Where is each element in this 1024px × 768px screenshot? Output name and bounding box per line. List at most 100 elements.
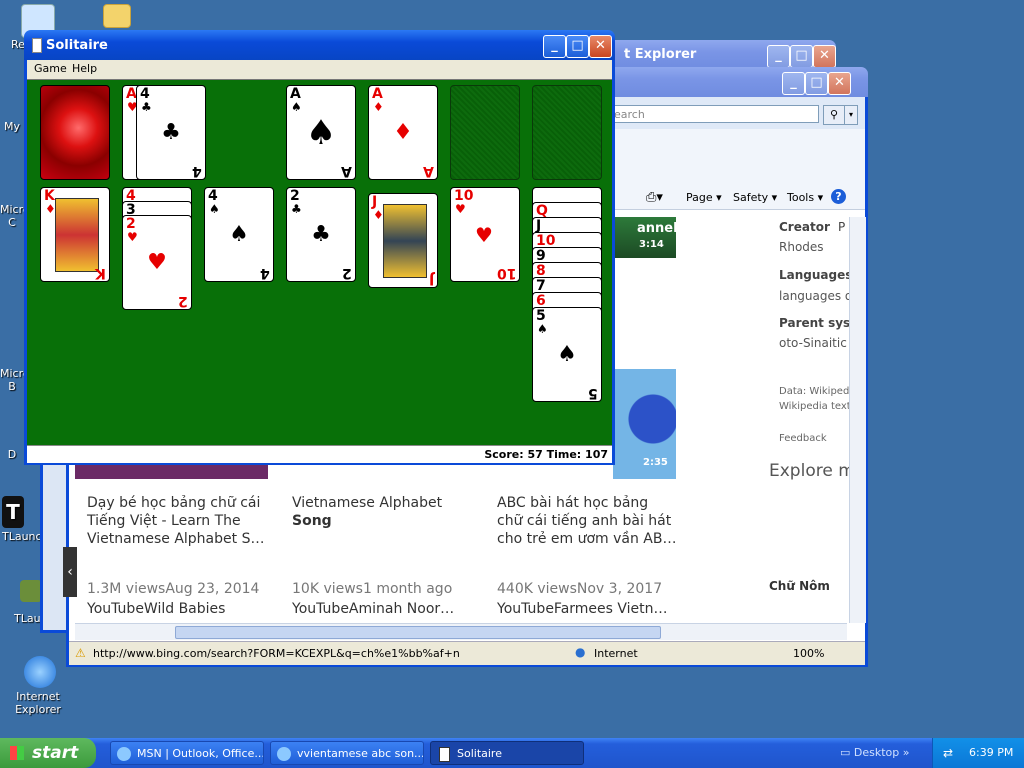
tableau-3-card[interactable]: 4 ♠ ♠ 4: [204, 187, 274, 282]
solitaire-icon: [439, 747, 450, 762]
menu-help[interactable]: Help: [72, 62, 97, 75]
card-center-suit: ♠: [305, 113, 337, 153]
video-thumbnail-2[interactable]: 2:35: [613, 369, 676, 479]
clock[interactable]: 6:39 PM: [969, 746, 1013, 759]
solitaire-titlebar[interactable]: Solitaire _ □ ✕: [24, 30, 615, 60]
maximize-button[interactable]: □: [805, 72, 828, 95]
tableau-1-card[interactable]: K ♦ K: [40, 187, 110, 282]
card-rank-bottom: 4: [260, 265, 270, 281]
video-thumbnail-1[interactable]: annel 3:14: [613, 217, 678, 258]
card-center-suit: ♥: [475, 223, 495, 247]
tableau-4-card[interactable]: 2 ♣ ♣ 2: [286, 187, 356, 282]
desktop-icon-d[interactable]: D: [0, 448, 24, 461]
close-button[interactable]: ✕: [828, 72, 851, 95]
solitaire-window[interactable]: Solitaire _ □ ✕ Game Help A ♥ 4 ♣ ♣ 4 A …: [24, 30, 615, 465]
horizontal-scrollbar[interactable]: [75, 623, 847, 640]
wiki-source[interactable]: Wikipedia text: [779, 401, 851, 412]
desktop-icon-label: D: [7, 448, 17, 461]
internet-explorer-icon: [24, 656, 56, 688]
creator-label: Creator: [779, 220, 830, 234]
card-center-suit: ♠: [557, 342, 577, 367]
search-icon: ⚲: [829, 108, 839, 121]
taskbar-item-solitaire[interactable]: Solitaire: [430, 741, 584, 765]
minecraft-icon: [20, 580, 42, 602]
game-board[interactable]: A ♥ 4 ♣ ♣ 4 A ♠ ♠ A A ♦ ♦ A K ♦ K 4 3 2 …: [27, 79, 612, 446]
card-rank: 6: [536, 293, 546, 309]
taskbar-item-msn[interactable]: MSN | Outlook, Office...: [110, 741, 264, 765]
video-title-line: Vietnamese Alphabet: [292, 495, 443, 511]
data-source[interactable]: Data: Wikipedia: [779, 386, 858, 397]
desktop-icon-tlauncher[interactable]: T TLaunch: [2, 496, 49, 543]
card-center-suit: ♥: [147, 250, 167, 275]
card-suit: ♥: [455, 202, 466, 216]
tools-menu[interactable]: Tools ▾: [787, 191, 823, 204]
tlauncher-icon: T: [2, 496, 24, 528]
search-box[interactable]: earch: [609, 105, 819, 123]
solitaire-app-icon: [32, 38, 42, 53]
help-icon[interactable]: ?: [831, 189, 846, 204]
card-suit: ♠: [209, 202, 220, 216]
foundation-2[interactable]: A ♦ ♦ A: [368, 85, 438, 180]
feedback-link[interactable]: Feedback: [779, 433, 827, 444]
desktop-icon-folder[interactable]: [82, 4, 152, 30]
desktop-toolbar[interactable]: ▭ Desktop »: [840, 746, 910, 759]
print-icon[interactable]: ⎙▾: [646, 190, 663, 205]
search-placeholder: earch: [614, 108, 645, 121]
start-button[interactable]: start: [0, 738, 96, 768]
desktop-icon-label: My: [3, 120, 20, 133]
thumbnail-text: annel: [637, 221, 678, 236]
minimize-button[interactable]: _: [782, 72, 805, 95]
close-button[interactable]: ✕: [589, 35, 612, 58]
card-face-art: [383, 204, 427, 278]
desktop-icon-my-computer[interactable]: My: [0, 120, 24, 133]
card-rank: K: [44, 188, 55, 204]
scrollbar-thumb[interactable]: [175, 626, 661, 639]
desktop-icon-internet-explorer[interactable]: Internet Explorer: [5, 656, 75, 716]
maximize-button[interactable]: □: [566, 35, 589, 58]
card-suit: ♣: [291, 202, 302, 216]
safety-menu[interactable]: Safety ▾: [733, 191, 777, 204]
desktop-icon-microsoft-b[interactable]: Micro B: [0, 367, 30, 393]
card-suit: ♣: [141, 100, 152, 114]
stock-pile[interactable]: [40, 85, 110, 180]
page-menu[interactable]: Page ▾: [686, 191, 722, 204]
side-scroll-arrow[interactable]: ‹: [63, 547, 77, 597]
waste-card[interactable]: 4 ♣ ♣ 4: [136, 85, 206, 180]
windows-logo-icon: [10, 746, 24, 760]
card-rank: 10: [536, 233, 556, 249]
desktop-icon-microsoft-c[interactable]: Micro C: [0, 203, 30, 229]
video-duration: 3:14: [639, 239, 664, 250]
zoom-level[interactable]: 100%: [793, 647, 824, 660]
tableau-5-card[interactable]: J ♦ J: [368, 193, 438, 288]
card-rank-bottom: 5: [588, 385, 598, 401]
card-face-art: [55, 198, 99, 272]
tableau-6-card[interactable]: 10 ♥ ♥ 10: [450, 187, 520, 282]
foundation-4-empty[interactable]: [532, 85, 602, 180]
card-suit: ♦: [373, 100, 384, 114]
system-tray: ⇄ 6:39 PM: [932, 738, 1024, 768]
vertical-scrollbar[interactable]: [849, 217, 866, 623]
card-rank: Q: [536, 203, 548, 219]
tableau-2-card[interactable]: 2 ♥ ♥ 2: [122, 215, 192, 310]
minimize-button[interactable]: _: [543, 35, 566, 58]
video-thumbnail-3[interactable]: [75, 463, 268, 479]
tableau-7-card[interactable]: 5 ♠ ♠ 5: [532, 307, 602, 402]
chu-nom-link[interactable]: Chữ Nôm: [769, 579, 830, 593]
card-rank-bottom: K: [95, 265, 106, 281]
card-center-suit: ♣: [311, 222, 331, 247]
foundation-1[interactable]: A ♠ ♠ A: [286, 85, 356, 180]
card-center-suit: ♦: [393, 120, 413, 145]
languages-label: Languages: [779, 268, 853, 282]
minimize-button[interactable]: _: [767, 45, 790, 68]
search-button[interactable]: ⚲: [823, 105, 845, 125]
menu-game[interactable]: Game: [34, 62, 67, 75]
maximize-button[interactable]: □: [790, 45, 813, 68]
taskbar-item-ie-search[interactable]: vvientamese abc son...: [270, 741, 424, 765]
search-dropdown[interactable]: ▾: [844, 105, 858, 125]
warning-icon: ⚠: [75, 646, 86, 660]
video-source: YouTubeWild Babies: [87, 601, 226, 617]
close-button[interactable]: ✕: [813, 45, 836, 68]
video-title-line: ABC bài hát học bảng: [497, 495, 649, 511]
foundation-3-empty[interactable]: [450, 85, 520, 180]
card-rank-bottom: 4: [192, 163, 202, 179]
